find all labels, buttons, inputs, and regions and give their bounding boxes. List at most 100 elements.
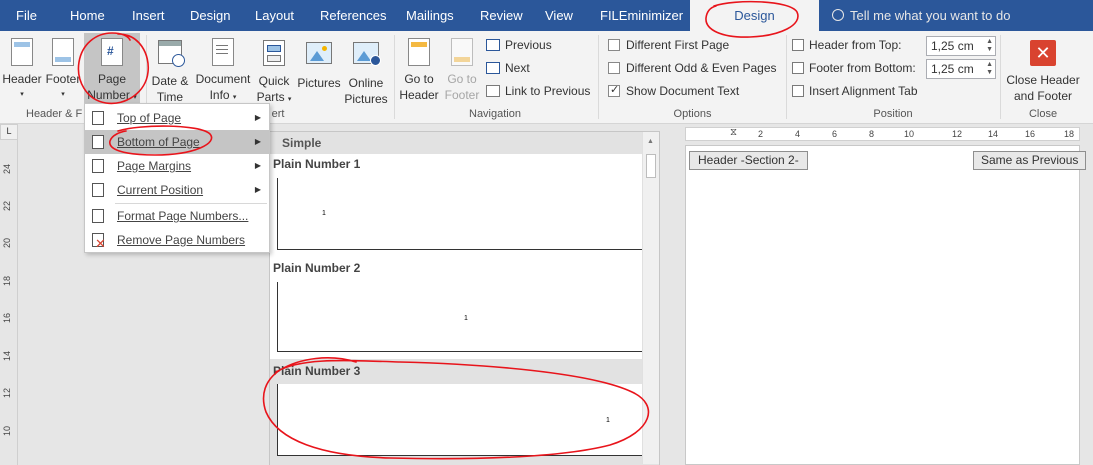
footer-button[interactable]: Footer ▾ [44,38,82,103]
tab-fileminimizer[interactable]: FILEminimizer [600,0,683,31]
document-info-button[interactable]: Document Info ▾ [194,38,252,106]
spin-down-icon[interactable]: ▼ [986,46,993,54]
ruler-number: 18 [2,275,13,287]
spin-up-icon[interactable]: ▲ [986,38,993,46]
menu-item-current-position[interactable]: Current Position ▶ [85,178,269,202]
indent-marker-icon[interactable]: ⧖ [730,127,737,138]
scroll-thumb[interactable] [646,154,656,178]
picture-icon [306,42,332,64]
ruler-number: 20 [2,237,13,249]
date-time-button[interactable]: Date & Time [148,38,192,105]
footer-from-bottom-spinner[interactable]: 1,25 cm ▲ ▼ [926,59,996,79]
online-pictures-button[interactable]: Online Pictures [342,38,390,107]
page-number-menu: Top of Page ▶ Bottom of Page ▶ Page Marg… [84,103,270,253]
different-first-page-option[interactable]: Different First Page [608,38,729,52]
menu-item-label: Format Page Numbers... [117,209,249,223]
tab-selector[interactable]: L [0,124,18,140]
ruler-number: 10 [904,129,915,139]
previous-label: Previous [505,38,552,52]
ruler-number: 14 [988,129,999,139]
close-icon: ✕ [1030,40,1056,66]
preview-page-number: 1 [606,417,610,424]
gallery-item-title[interactable]: Plain Number 3 [273,364,360,378]
scroll-up-icon[interactable]: ▲ [647,138,654,145]
menu-item-page-margins[interactable]: Page Margins ▶ [85,154,269,178]
date-time-label-1: Date & [151,74,189,88]
different-first-page-checkbox[interactable] [608,39,620,51]
ruler-number: 14 [2,350,13,362]
gallery-preview-plain-number-2[interactable]: 1 [277,282,654,352]
group-label-position: Position [873,108,913,120]
spin-down-icon[interactable]: ▼ [986,69,993,77]
online-pictures-label-1: Online [348,76,384,90]
tell-me-search[interactable]: Tell me what you want to do [832,0,1010,31]
show-document-text-label: Show Document Text [626,84,740,98]
footer-from-bottom-label: Footer from Bottom: [809,61,916,75]
format-page-numbers-icon [92,209,104,223]
previous-button[interactable]: Previous [486,38,552,52]
different-odd-even-checkbox[interactable] [608,62,620,74]
lightbulb-icon [832,9,844,21]
header-icon [11,38,33,66]
tab-mailings[interactable]: Mailings [406,0,454,31]
link-icon [486,85,500,97]
tab-review[interactable]: Review [480,0,523,31]
gallery-preview-plain-number-1[interactable]: 1 [277,178,654,250]
chevron-down-icon: ▾ [61,91,65,98]
menu-item-label: Bottom of Page [117,135,200,149]
quick-parts-button[interactable]: Quick Parts ▾ [254,38,294,108]
close-header-footer-label-2: and Footer [1013,89,1073,103]
tab-view[interactable]: View [545,0,573,31]
go-to-header-icon [408,38,430,66]
menu-item-label: Page Margins [117,159,192,173]
same-as-previous-tag: Same as Previous [973,151,1087,170]
bottom-of-page-icon [92,135,104,149]
submenu-arrow-icon: ▶ [254,137,261,146]
menu-item-format-page-numbers[interactable]: Format Page Numbers... [85,204,269,228]
menu-item-top-of-page[interactable]: Top of Page ▶ [85,106,269,130]
show-document-text-checkbox[interactable] [608,83,620,97]
pictures-button[interactable]: Pictures [296,38,342,91]
horizontal-ruler: ⧖ 2 4 6 8 10 12 14 16 18 [685,127,1080,141]
tab-references[interactable]: References [320,0,386,31]
tab-header-footer-design-active[interactable]: Design [690,0,819,32]
tab-insert[interactable]: Insert [132,0,165,31]
link-to-previous-button[interactable]: Link to Previous [486,84,590,98]
header-section-tag: Header -Section 2- [689,151,808,170]
group-divider [598,35,599,119]
gallery-item-title[interactable]: Plain Number 1 [273,157,360,171]
gallery-item-title[interactable]: Plain Number 2 [273,261,360,275]
tell-me-text: Tell me what you want to do [850,8,1011,23]
tab-file[interactable]: File [16,0,37,31]
go-to-header-button[interactable]: Go to Header [396,38,442,103]
document-info-icon [212,38,234,66]
gallery-preview-plain-number-3[interactable]: 1 [277,384,654,456]
document-page[interactable] [685,145,1080,465]
header-from-top-spinner[interactable]: 1,25 cm ▲ ▼ [926,36,996,56]
page-number-button[interactable]: # Page Number ▾ [84,33,140,105]
menu-item-bottom-of-page[interactable]: Bottom of Page ▶ [85,130,269,154]
calendar-clock-icon [158,40,185,67]
tab-layout[interactable]: Layout [255,0,294,31]
preview-page-number: 1 [322,210,326,217]
go-to-header-label-1: Go to [404,72,434,86]
show-document-text-option[interactable]: Show Document Text [608,83,740,98]
header-button[interactable]: Header ▾ [2,38,42,103]
footer-from-bottom-value: 1,25 cm [931,62,974,76]
different-odd-even-option[interactable]: Different Odd & Even Pages [608,61,777,75]
insert-alignment-tab-button[interactable]: Insert Alignment Tab [792,84,918,98]
menu-item-remove-page-numbers[interactable]: ✕ Remove Page Numbers [85,228,269,252]
next-button[interactable]: Next [486,61,530,75]
menu-item-label: Top of Page [117,111,182,125]
group-label-options: Options [673,108,712,120]
go-to-footer-button[interactable]: Go to Footer [442,38,482,103]
tab-home[interactable]: Home [70,0,105,31]
ruler-number: 2 [758,129,764,139]
gallery-scrollbar[interactable]: ▲ [642,132,659,464]
quick-parts-label-1: Quick [258,74,290,88]
spin-up-icon[interactable]: ▲ [986,61,993,69]
tab-design[interactable]: Design [190,0,230,31]
submenu-arrow-icon: ▶ [254,161,261,170]
close-header-footer-button[interactable]: ✕ Close Header and Footer [1004,40,1082,104]
document-info-label-1: Document [195,72,251,86]
